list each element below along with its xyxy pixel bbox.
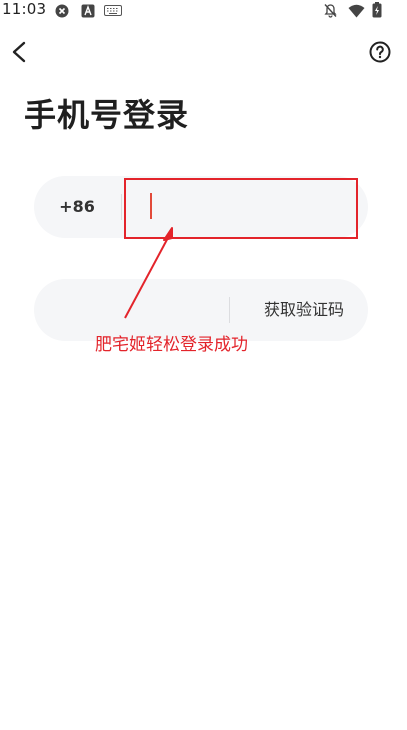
chevron-left-icon — [12, 41, 26, 63]
annotation-highlight-box — [124, 178, 358, 239]
annotation-text: 肥宅姬轻松登录成功 — [95, 335, 248, 355]
country-code-selector[interactable]: +86 — [34, 176, 120, 238]
get-code-button[interactable]: 获取验证码 — [246, 279, 362, 341]
bell-off-icon — [323, 3, 338, 22]
help-circle-icon — [369, 41, 391, 63]
status-bar: 11:03 — [0, 0, 407, 20]
verification-code-input[interactable] — [44, 285, 224, 335]
a-icon — [81, 3, 95, 22]
header — [0, 30, 407, 74]
page-title: 手机号登录 — [24, 96, 190, 134]
divider — [121, 194, 122, 220]
status-time: 11:03 — [2, 0, 47, 18]
shield-x-icon — [55, 3, 69, 22]
back-button[interactable] — [6, 38, 34, 66]
battery-icon — [372, 2, 382, 22]
divider — [229, 297, 230, 323]
wifi-icon — [348, 3, 365, 22]
keyboard-icon — [104, 3, 122, 22]
help-button[interactable] — [368, 40, 392, 64]
